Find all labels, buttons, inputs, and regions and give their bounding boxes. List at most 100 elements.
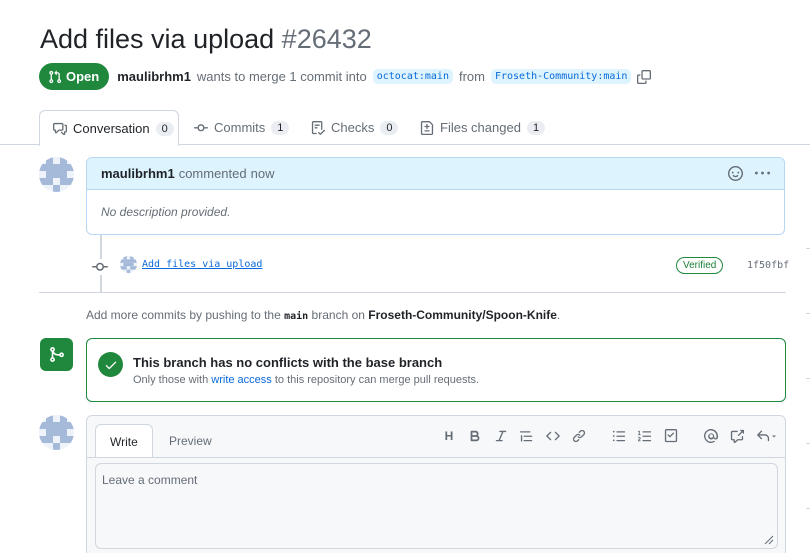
italic-icon [495,430,507,442]
ordered-list-button[interactable] [637,428,653,444]
merge-text: wants to merge 1 commit into [196,69,367,84]
pr-meta: Open maulibrhm1 wants to merge 1 commit … [39,63,652,90]
tab-conversation-count: 0 [155,121,174,136]
comment-time[interactable]: now [251,166,275,181]
comment-action: commented [178,166,247,181]
triangle-down-icon [772,435,776,438]
heading-button[interactable]: H [441,428,457,444]
sidebar-divider [806,378,810,379]
code-icon [546,431,560,441]
state-label: Open [66,69,100,84]
tab-commits-count: 1 [271,120,290,135]
comment-editor: Write Preview H Leave a comment [86,415,786,553]
check-icon [105,361,116,369]
tab-files-changed[interactable]: Files changed 1 [420,110,546,145]
merge-sub-after: to this repository can merge pull reques… [274,374,480,386]
identicon-icon [120,256,137,273]
merge-status-box: This branch has no conflicts with the ba… [86,338,786,402]
merge-status-subtitle: Only those with write access to this rep… [133,374,479,386]
timeline-divider [39,292,786,293]
quote-icon [520,431,533,442]
bold-icon [470,430,480,442]
merge-status-title: This branch has no conflicts with the ba… [133,355,443,370]
italic-button[interactable] [493,428,509,444]
pr-author-link[interactable]: maulibrhm1 [117,69,191,84]
git-merge-icon [50,347,64,362]
comment-author-avatar[interactable] [39,157,74,192]
preview-tab[interactable]: Preview [155,424,226,457]
current-user-avatar[interactable] [39,415,74,450]
pr-title-text: Add files via upload [40,24,275,54]
editor-divider [87,457,785,458]
commit-icon [194,123,208,131]
unordered-list-button[interactable] [611,428,627,444]
sidebar-divider [806,508,810,509]
saved-replies-button[interactable] [755,428,779,444]
merge-status-icon-box [40,338,73,371]
push-hint-branch: main [284,311,309,322]
tab-commits[interactable]: Commits 1 [194,110,290,145]
comment-author[interactable]: maulibrhm1 [101,166,175,181]
comment-textarea[interactable]: Leave a comment [95,463,778,549]
comment-header: maulibrhm1 commented now [87,158,784,190]
merge-sub-before: Only those with [133,374,209,386]
pr-description-comment: maulibrhm1 commented now No description … [86,157,785,235]
comment-placeholder: Leave a comment [102,473,198,487]
sidebar-divider [806,248,810,249]
push-hint: Add more commits by pushing to the main … [86,308,560,322]
comment-body: No description provided. [101,205,231,219]
sidebar-divider [806,443,810,444]
bold-button[interactable] [467,428,483,444]
reference-button[interactable] [729,428,745,444]
push-hint-after: . [556,308,561,322]
commit-author-avatar[interactable] [120,256,137,273]
file-diff-icon [420,120,434,135]
tab-checks-count: 0 [380,120,399,135]
kebab-horizontal-icon[interactable] [755,166,770,181]
quote-button[interactable] [519,428,535,444]
push-hint-repo: Froseth-Community/Spoon-Knife [368,308,557,322]
pr-number: #26432 [281,24,372,54]
tab-conversation[interactable]: Conversation 0 [39,110,179,146]
tab-commits-label: Commits [214,120,266,135]
tab-checks[interactable]: Checks 0 [311,110,399,145]
base-ref[interactable]: octocat:main [372,69,453,84]
checklist-icon [311,120,325,135]
tab-files-changed-count: 1 [526,120,546,135]
verified-badge[interactable]: Verified [676,257,724,274]
mention-button[interactable] [703,428,719,444]
link-icon [572,429,586,443]
git-pull-request-icon [49,70,62,83]
list-ordered-icon [638,430,652,442]
push-hint-before: Add more commits by pushing to the [86,308,281,322]
from-text: from [458,69,485,84]
check-circle [98,352,123,377]
commit-icon [92,259,108,275]
tasklist-icon [664,429,678,443]
link-button[interactable] [571,428,587,444]
head-ref[interactable]: Froseth-Community:main [490,69,632,84]
smiley-icon[interactable] [728,166,743,181]
pr-tabs: Conversation 0 Commits 1 Checks 0 Files … [0,110,810,146]
list-unordered-icon [612,430,626,442]
task-list-button[interactable] [663,428,679,444]
reply-icon [757,430,770,442]
pr-title: Add files via upload #26432 [40,24,372,55]
identicon-icon [39,415,74,450]
write-access-link[interactable]: write access [211,374,272,386]
mention-icon [704,429,718,443]
push-hint-middle: branch on [311,308,365,322]
write-tab[interactable]: Write [95,424,153,458]
identicon-icon [39,157,74,192]
copy-icon[interactable] [637,69,652,84]
cross-reference-icon [730,429,744,443]
tab-files-changed-label: Files changed [440,120,521,135]
resize-handle-icon[interactable] [764,535,774,545]
code-button[interactable] [545,428,561,444]
sidebar-divider [806,313,810,314]
state-badge: Open [39,63,110,90]
tab-conversation-label: Conversation [73,121,150,136]
commit-message-link[interactable]: Add files via upload [142,259,262,270]
markdown-toolbar: H [441,428,779,444]
commit-sha-link[interactable]: 1f50fbf [747,260,789,271]
